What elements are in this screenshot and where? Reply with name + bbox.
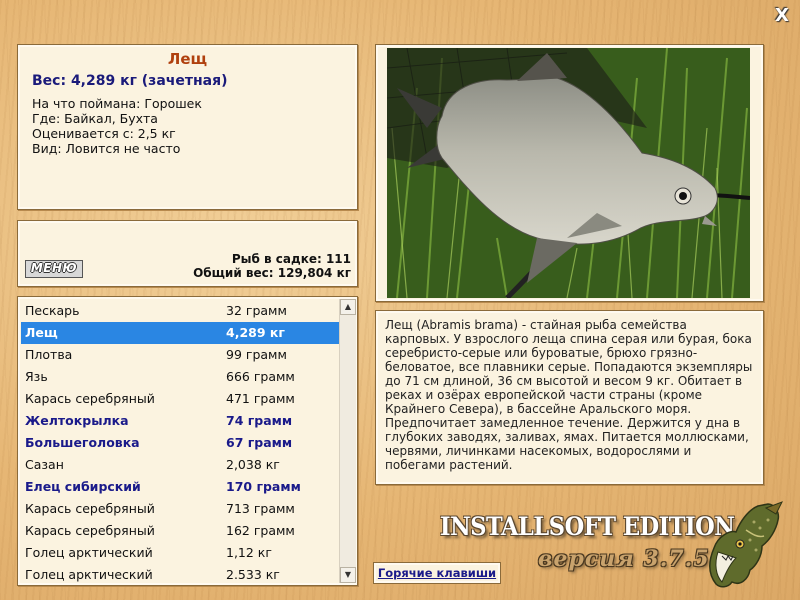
catch-row-name: Карась серебряный [25,391,155,406]
catch-list-panel: Пескарь 32 грамм Лещ 4,289 кг Плотва 99 грамм… [17,296,358,586]
sack-count: Рыб в садке: 111 [231,252,351,266]
catch-row[interactable]: Карась серебряный 713 грамм [21,498,339,520]
arrow-up-icon[interactable]: ▲ [340,299,356,315]
catch-row[interactable]: Елец сибирский 170 грамм [21,476,339,498]
catch-row-weight: 99 грамм [226,347,287,362]
catch-row-weight: 713 грамм [226,501,295,516]
catch-row-name: Сазан [25,457,64,472]
arrow-down-icon[interactable]: ▼ [340,567,356,583]
catch-row-name: Елец сибирский [25,479,141,494]
catch-row[interactable]: Сазан 2,038 кг [21,454,339,476]
catch-list: Пескарь 32 грамм Лещ 4,289 кг Плотва 99 грамм… [21,300,339,585]
fish-photo [387,48,750,298]
catch-row-name: Лещ [25,325,58,340]
catch-row-name: Желтокрылка [25,413,129,428]
catch-row[interactable]: Плотва 99 грамм [21,344,339,366]
catch-row[interactable]: Карась серебряный 471 грамм [21,388,339,410]
fish-description: Лещ (Abramis brama) - стайная рыба семей… [385,318,753,472]
info-bait: На что поймана: Горошек [32,96,202,111]
info-min-weight: Оценивается с: 2,5 кг [32,126,176,141]
pike-fish-logo [709,501,784,588]
catch-row-name: Голец арктический [25,545,153,560]
catch-row[interactable]: Большеголовка 67 грамм [21,432,339,454]
catch-row-name: Плотва [25,347,73,362]
catch-row-name: Голец арктический [25,567,153,582]
catch-row[interactable]: Пескарь 32 грамм [21,300,339,322]
catch-row[interactable]: Лещ 4,289 кг [21,322,339,344]
catch-row-name: Пескарь [25,303,80,318]
catch-row-weight: 67 грамм [226,435,293,450]
catch-row-name: Карась серебряный [25,523,155,538]
info-rarity: Вид: Ловится не часто [32,141,181,156]
catch-row-weight: 170 грамм [226,479,301,494]
fish-description-panel: Лещ (Abramis brama) - стайная рыба семей… [375,310,764,485]
catch-row-weight: 74 грамм [226,413,293,428]
catch-row-weight: 666 грамм [226,369,295,384]
version-label: версия 3.7.5 [538,546,710,572]
fish-title: Лещ [167,50,208,68]
catch-row-weight: 4,289 кг [226,325,285,340]
fish-info-panel: Лещ Вес: 4,289 кг (зачетная) На что пойм… [17,44,358,210]
catch-row-weight: 471 грамм [226,391,295,406]
catch-row-weight: 2,038 кг [226,457,280,472]
sack-panel: МЕНЮ Рыб в садке: 111 Общий вес: 129,804… [17,220,358,287]
catch-row[interactable]: Желтокрылка 74 грамм [21,410,339,432]
catch-row-name: Язь [25,369,48,384]
catch-row-weight: 32 грамм [226,303,287,318]
catch-row[interactable]: Карась серебряный 162 грамм [21,520,339,542]
catch-row-weight: 162 грамм [226,523,295,538]
hotkeys-link[interactable]: Горячие клавиши [373,562,501,584]
catch-row[interactable]: Голец арктический 1,12 кг [21,542,339,564]
fish-photo-frame [375,44,764,302]
catch-row-name: Карась серебряный [25,501,155,516]
fish-weight: Вес: 4,289 кг (зачетная) [32,73,228,89]
info-location: Где: Байкал, Бухта [32,111,158,126]
catch-row-weight: 2.533 кг [226,567,280,582]
catch-row-name: Большеголовка [25,435,140,450]
menu-button[interactable]: МЕНЮ [25,260,83,278]
close-button[interactable]: X [772,6,792,26]
list-scrollbar[interactable]: ▲ ▼ [339,299,356,583]
catch-row[interactable]: Язь 666 грамм [21,366,339,388]
catch-row[interactable]: Голец арктический 2.533 кг [21,564,339,585]
sack-total-weight: Общий вес: 129,804 кг [193,266,351,280]
catch-row-weight: 1,12 кг [226,545,272,560]
